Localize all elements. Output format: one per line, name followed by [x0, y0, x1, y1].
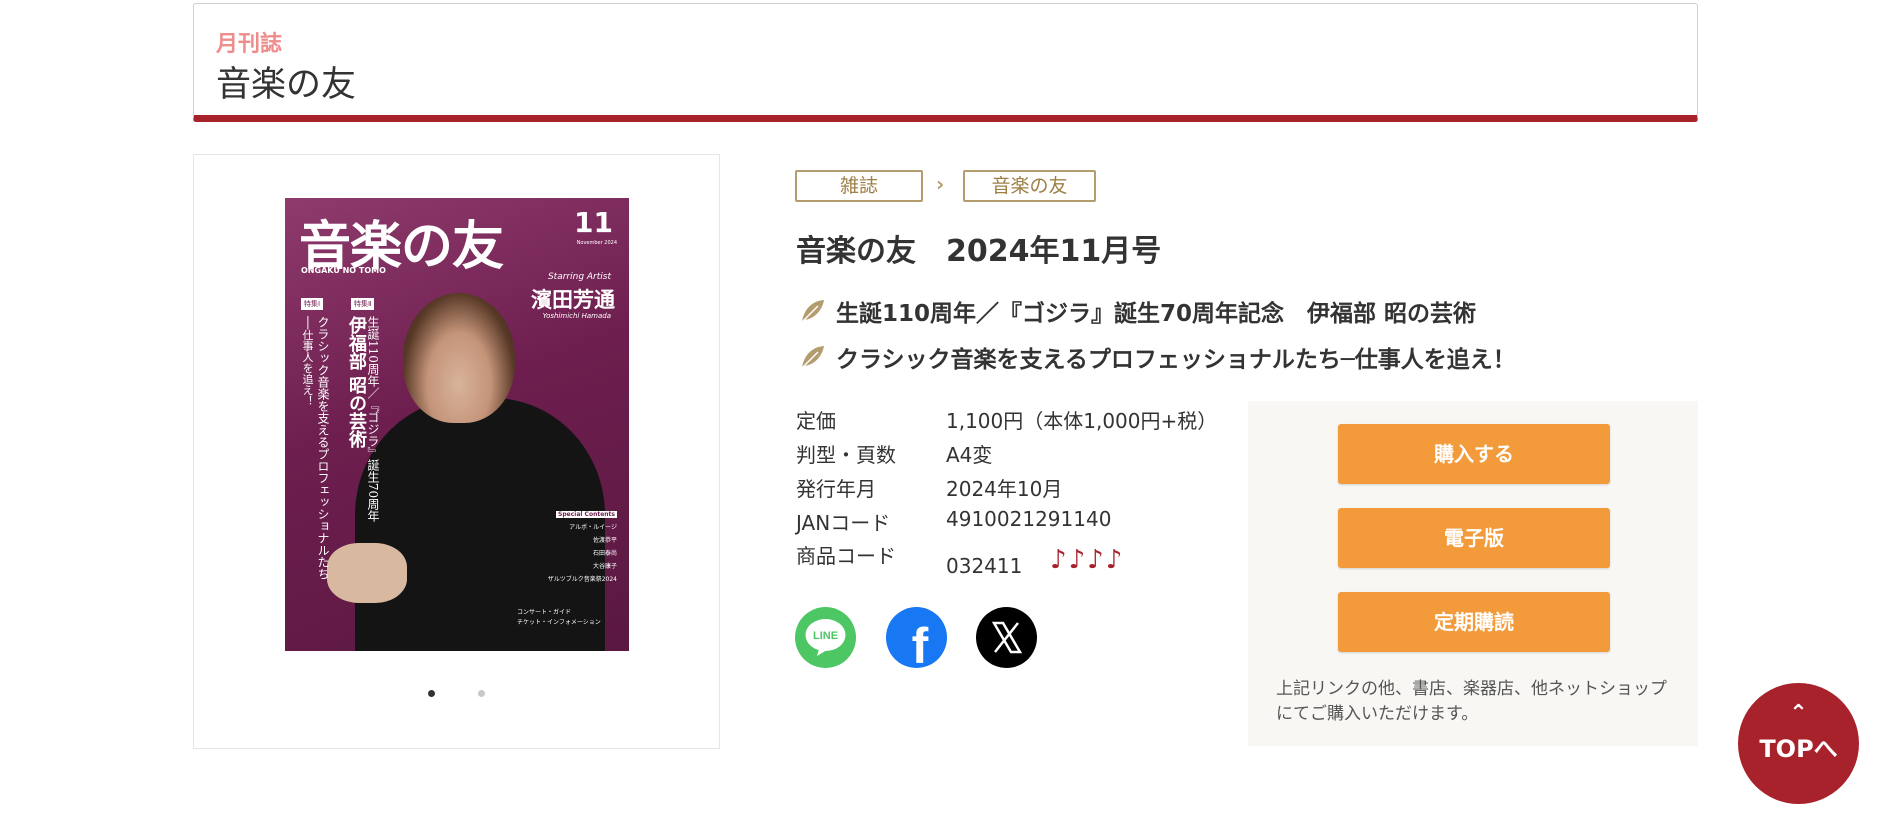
- spec-label-product-code: 商品コード: [796, 544, 896, 568]
- spec-label-price: 定価: [796, 409, 836, 433]
- purchase-panel: 購入する 電子版 定期購読 上記リンクの他、書店、楽器店、他ネットショップにてご…: [1248, 401, 1698, 746]
- leaf-icon: [801, 346, 824, 369]
- spec-label-publish-date: 発行年月: [796, 477, 876, 501]
- facebook-icon-text: f: [912, 618, 929, 668]
- feature-text: 生誕110周年／『ゴジラ』誕生70周年記念 伊福部 昭の芸術: [836, 301, 1477, 327]
- back-to-top-button[interactable]: ⌃ TOPへ: [1738, 683, 1859, 804]
- facebook-share-button[interactable]: f: [886, 607, 947, 674]
- spec-value-format: A4変: [946, 443, 993, 467]
- carousel-dots: [194, 682, 719, 701]
- carousel-dot-2[interactable]: [478, 690, 486, 697]
- cover-contents-item: ザルツブルク音楽祭2024: [547, 576, 617, 583]
- breadcrumb-separator: ›: [936, 172, 945, 196]
- x-icon: [991, 621, 1023, 654]
- line-icon: LINE: [805, 619, 846, 656]
- spec-value-price: 1,100円（本体1,000円+税）: [946, 409, 1218, 433]
- chevron-up-icon: ⌃: [1789, 701, 1808, 726]
- header-subtitle: 月刊誌: [216, 32, 283, 57]
- ebook-button[interactable]: 電子版: [1338, 508, 1610, 568]
- cover-feature2-line1: クラシック音楽を支えるプロフェッショナルたち: [316, 316, 330, 580]
- x-share-button[interactable]: [976, 607, 1037, 668]
- line-icon-text: LINE: [813, 630, 838, 642]
- cover-tag-1: 特集Ⅰ: [301, 298, 324, 310]
- cover-bottom-line: コンサート・ガイド: [517, 609, 572, 616]
- cover-special-contents: Special Contents アルボ・ルイージ 佐渡恭平 石田泰尚 大谷康子…: [547, 508, 617, 586]
- product-image-carousel: 音楽の友 ONGAKU NO TOMO 11 November 2024 Sta…: [193, 154, 720, 749]
- cover-contents-label: Special Contents: [556, 511, 617, 518]
- line-share-button[interactable]: LINE: [795, 607, 856, 668]
- carousel-dot-1[interactable]: [427, 690, 435, 697]
- subscription-button[interactable]: 定期購読: [1338, 592, 1610, 652]
- purchase-button[interactable]: 購入する: [1338, 424, 1610, 484]
- cover-artist-label: Starring Artist: [547, 272, 611, 282]
- cover-artist-en: Yoshimichi Hamada: [542, 312, 611, 320]
- product-title: 音楽の友 2024年11月号: [796, 234, 1162, 269]
- cover-roman-title: ONGAKU NO TOMO: [301, 266, 386, 275]
- cover-artist-photo-hands: [327, 543, 407, 603]
- spec-value-product-code: 032411: [946, 554, 1023, 578]
- feature-text: クラシック音楽を支えるプロフェッショナルたち─仕事人を追え！: [836, 347, 1516, 373]
- page-header: 月刊誌 音楽の友: [193, 3, 1698, 122]
- facebook-icon: f: [912, 618, 929, 674]
- cover-feature2-line2: ──仕事人を追え！: [301, 316, 314, 407]
- breadcrumb-ongaku-no-tomo[interactable]: 音楽の友: [963, 170, 1096, 202]
- cover-bottom-text: コンサート・ガイド チケット・インフォメーション: [517, 608, 617, 628]
- breadcrumb-magazine[interactable]: 雑誌: [795, 170, 923, 202]
- spec-value-publish-date: 2024年10月: [946, 477, 1063, 501]
- magazine-cover-image[interactable]: 音楽の友 ONGAKU NO TOMO 11 November 2024 Sta…: [285, 198, 629, 651]
- cover-artist-photo-head: [403, 293, 515, 423]
- spec-value-jan: 4910021291140: [946, 507, 1112, 531]
- spec-label-jan: JANコード: [796, 511, 891, 535]
- music-notes-decoration: ♪♪♪♪: [1050, 545, 1125, 575]
- cover-contents-item: 佐渡恭平: [592, 537, 617, 544]
- back-to-top-label: TOPへ: [1759, 735, 1838, 763]
- cover-tag-2: 特集Ⅱ: [351, 298, 375, 310]
- feature-item: 生誕110周年／『ゴジラ』誕生70周年記念 伊福部 昭の芸術: [798, 294, 1476, 328]
- cover-contents-item: 石田泰尚: [592, 550, 617, 557]
- cover-contents-item: アルボ・ルイージ: [569, 524, 617, 531]
- cover-issue-number: 11: [574, 206, 613, 239]
- header-title: 音楽の友: [216, 65, 357, 105]
- leaf-icon: [801, 300, 824, 323]
- purchase-note: 上記リンクの他、書店、楽器店、他ネットショップにてご購入いただけます。: [1276, 679, 1667, 724]
- cover-month: November 2024: [576, 240, 617, 246]
- cover-contents-item: 大谷康子: [592, 563, 617, 570]
- cover-artist-name: 濱田芳通: [531, 288, 615, 312]
- cover-bottom-line: チケット・インフォメーション: [517, 619, 601, 626]
- spec-label-format: 判型・頁数: [796, 443, 896, 467]
- feature-item: クラシック音楽を支えるプロフェッショナルたち─仕事人を追え！: [798, 340, 1516, 374]
- cover-feature1-line2: 伊福部 昭の芸術: [346, 316, 367, 449]
